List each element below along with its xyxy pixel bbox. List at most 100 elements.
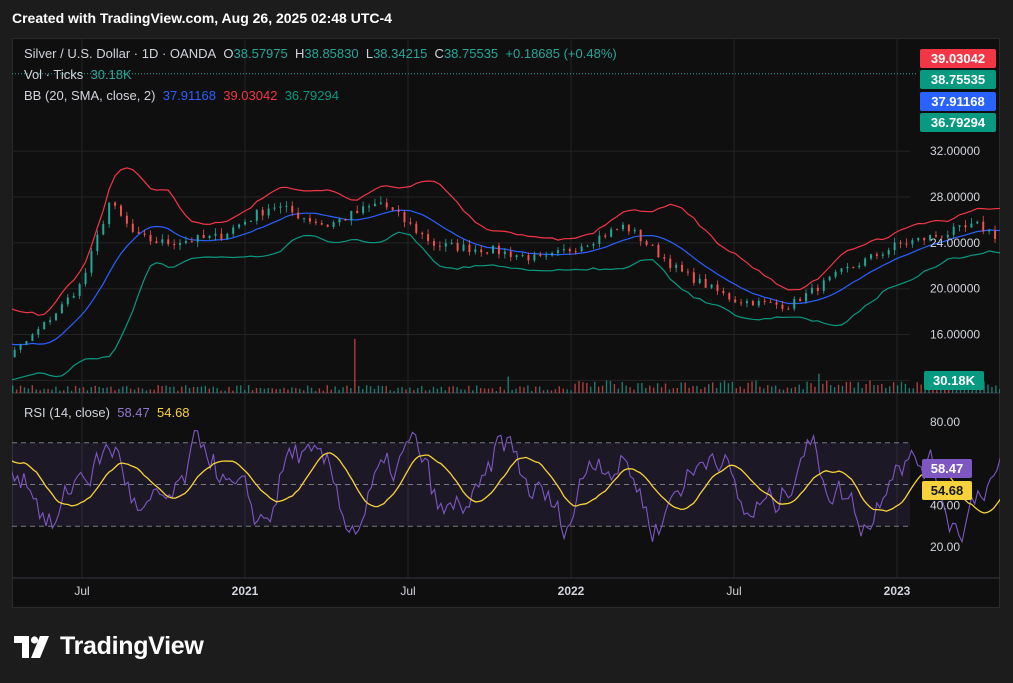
- volume-bar: [881, 383, 883, 393]
- candle-body: [828, 276, 831, 281]
- volume-bar: [574, 383, 576, 393]
- candle-body: [586, 245, 589, 247]
- candle-body: [645, 241, 648, 245]
- bb-basis-line: [12, 209, 1000, 346]
- candle-body: [84, 272, 87, 285]
- candle-body: [131, 223, 134, 232]
- candle-body: [409, 222, 412, 224]
- candle-body: [13, 349, 16, 358]
- candle-body: [261, 209, 264, 216]
- bb-legend[interactable]: BB (20, SMA, close, 2) 37.91168 39.03042…: [24, 88, 339, 103]
- tradingview-logo[interactable]: TradingView: [14, 632, 204, 661]
- volume-bar: [169, 386, 171, 393]
- rsi-pane: [12, 429, 1000, 544]
- volume-bar: [86, 390, 89, 393]
- volume-bar: [912, 388, 914, 393]
- volume-bar: [472, 390, 474, 393]
- rsi-legend[interactable]: RSI (14, close) 58.47 54.68: [24, 405, 190, 420]
- symbol-title[interactable]: Silver / U.S. Dollar · 1D · OANDA: [24, 46, 216, 61]
- volume-bar: [802, 389, 804, 393]
- volume-bar: [676, 387, 679, 393]
- volume-bar: [31, 385, 34, 393]
- volume-bar: [653, 387, 655, 393]
- volume-bar: [786, 387, 789, 393]
- candle-body: [273, 207, 276, 209]
- volume-bar: [637, 383, 639, 393]
- volume-bar: [570, 390, 572, 393]
- open-value: 38.57975: [233, 46, 288, 61]
- candle-body: [149, 234, 152, 242]
- volume-bar: [739, 386, 741, 393]
- volume-bar: [696, 385, 698, 393]
- volume-bar: [487, 388, 490, 393]
- volume-value: 30.18K: [90, 67, 132, 82]
- time-axis-tick: 2022: [558, 584, 585, 598]
- candle-body: [173, 243, 176, 246]
- volume-bar: [491, 388, 494, 393]
- candle-body: [870, 254, 873, 259]
- volume-bar: [228, 386, 230, 393]
- volume-bar: [27, 388, 30, 393]
- candle-body: [509, 251, 512, 258]
- volume-legend[interactable]: Vol · Ticks 30.18K: [24, 67, 132, 82]
- candle-body: [190, 241, 193, 243]
- high-value: 38.85830: [304, 46, 359, 61]
- volume-bar: [582, 382, 584, 393]
- volume-bar: [314, 390, 317, 393]
- candle-body: [982, 221, 985, 232]
- volume-bar: [306, 385, 309, 393]
- volume-bar: [326, 385, 328, 393]
- candle-body: [444, 243, 447, 247]
- volume-bar: [153, 389, 155, 393]
- candle-body: [515, 255, 518, 258]
- candle-body: [503, 251, 506, 255]
- volume-bar: [991, 387, 993, 393]
- volume-bar: [255, 388, 258, 393]
- volume-bar: [216, 388, 218, 393]
- volume-bar: [869, 380, 871, 393]
- volume-bar: [719, 382, 722, 393]
- candles: [12, 73, 1000, 358]
- candle-body: [60, 304, 63, 314]
- candle-body: [379, 202, 382, 204]
- candle-body: [226, 233, 229, 240]
- change-value: +0.18685 (+0.48%): [505, 46, 617, 61]
- volume-bar: [401, 387, 403, 393]
- volume-bar: [287, 389, 289, 393]
- volume-bar: [625, 385, 627, 393]
- volume-bar: [413, 389, 415, 393]
- candle-body: [49, 320, 52, 323]
- volume-bar: [302, 390, 305, 393]
- volume-bar: [798, 384, 800, 393]
- volume-bars: [12, 338, 1000, 393]
- volume-bar: [519, 386, 521, 393]
- candle-body: [598, 235, 601, 244]
- candle-body: [332, 222, 335, 227]
- volume-bar: [405, 389, 407, 393]
- rsi-ma-value: 54.68: [157, 405, 190, 420]
- price-legend[interactable]: Silver / U.S. Dollar · 1D · OANDA O38.57…: [24, 46, 617, 61]
- chart-canvas[interactable]: 32.00000 28.00000 24.00000 20.00000 16.00000…: [12, 38, 1000, 608]
- volume-bar: [409, 387, 411, 393]
- candle-body: [415, 223, 418, 233]
- tradingview-logo-icon: [14, 635, 49, 658]
- volume-bar: [712, 382, 714, 393]
- volume-bar: [586, 382, 588, 393]
- candle-body: [952, 226, 955, 235]
- candle-body: [320, 223, 323, 225]
- bb-basis-value: 37.91168: [162, 88, 216, 103]
- volume-bar: [499, 386, 502, 393]
- volume-bar: [279, 388, 281, 393]
- volume-bar: [735, 388, 737, 393]
- price-axis-tick: 24.00000: [930, 236, 980, 250]
- candle-body: [722, 290, 725, 294]
- volume-bar: [196, 386, 199, 393]
- candle-body: [810, 287, 813, 294]
- candle-body: [604, 235, 607, 237]
- candle-body: [710, 284, 713, 288]
- candle-body: [704, 278, 707, 288]
- volume-bar: [594, 381, 596, 393]
- volume-bar: [181, 386, 183, 393]
- candle-body: [344, 218, 347, 221]
- volume-bar: [177, 390, 179, 393]
